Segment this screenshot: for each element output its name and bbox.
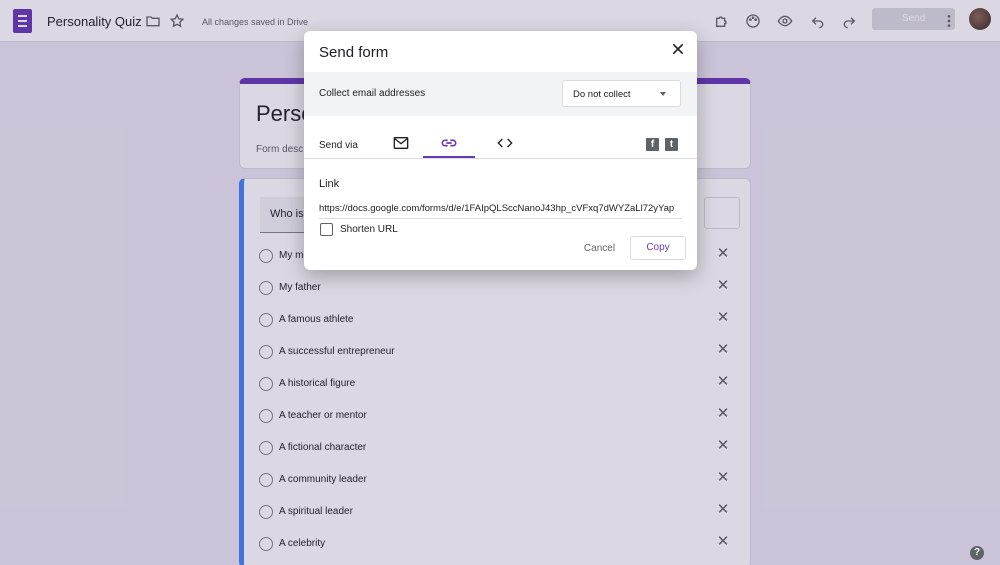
link-url-field[interactable]: https://docs.google.com/forms/d/e/1FAIpQ… (319, 203, 682, 219)
tab-email[interactable] (375, 130, 427, 158)
shorten-url-checkbox[interactable] (320, 223, 333, 236)
tab-embed[interactable] (479, 130, 531, 158)
dialog-title: Send form (319, 44, 389, 61)
facebook-icon[interactable]: f (646, 138, 659, 151)
collect-email-row: Collect email addresses Do not collect (304, 72, 697, 116)
link-heading: Link (319, 178, 340, 190)
collect-email-label: Collect email addresses (319, 88, 426, 99)
collect-email-dropdown[interactable]: Do not collect (562, 80, 681, 107)
send-form-dialog: Send form Collect email addresses Do not… (304, 31, 697, 270)
close-icon[interactable] (670, 41, 686, 57)
tab-link[interactable] (423, 130, 475, 158)
shorten-url-label[interactable]: Shorten URL (340, 224, 398, 235)
send-via-label: Send via (319, 140, 358, 151)
tabs-divider (304, 158, 697, 159)
copy-button[interactable]: Copy (630, 236, 686, 260)
cancel-button[interactable]: Cancel (577, 238, 622, 260)
dropdown-arrow-icon (660, 92, 666, 96)
collect-email-value: Do not collect (573, 89, 631, 100)
email-icon (393, 137, 409, 149)
embed-code-icon (497, 138, 513, 148)
link-icon (441, 139, 457, 147)
twitter-icon[interactable]: t (665, 138, 678, 151)
help-icon[interactable]: ? (970, 546, 984, 560)
